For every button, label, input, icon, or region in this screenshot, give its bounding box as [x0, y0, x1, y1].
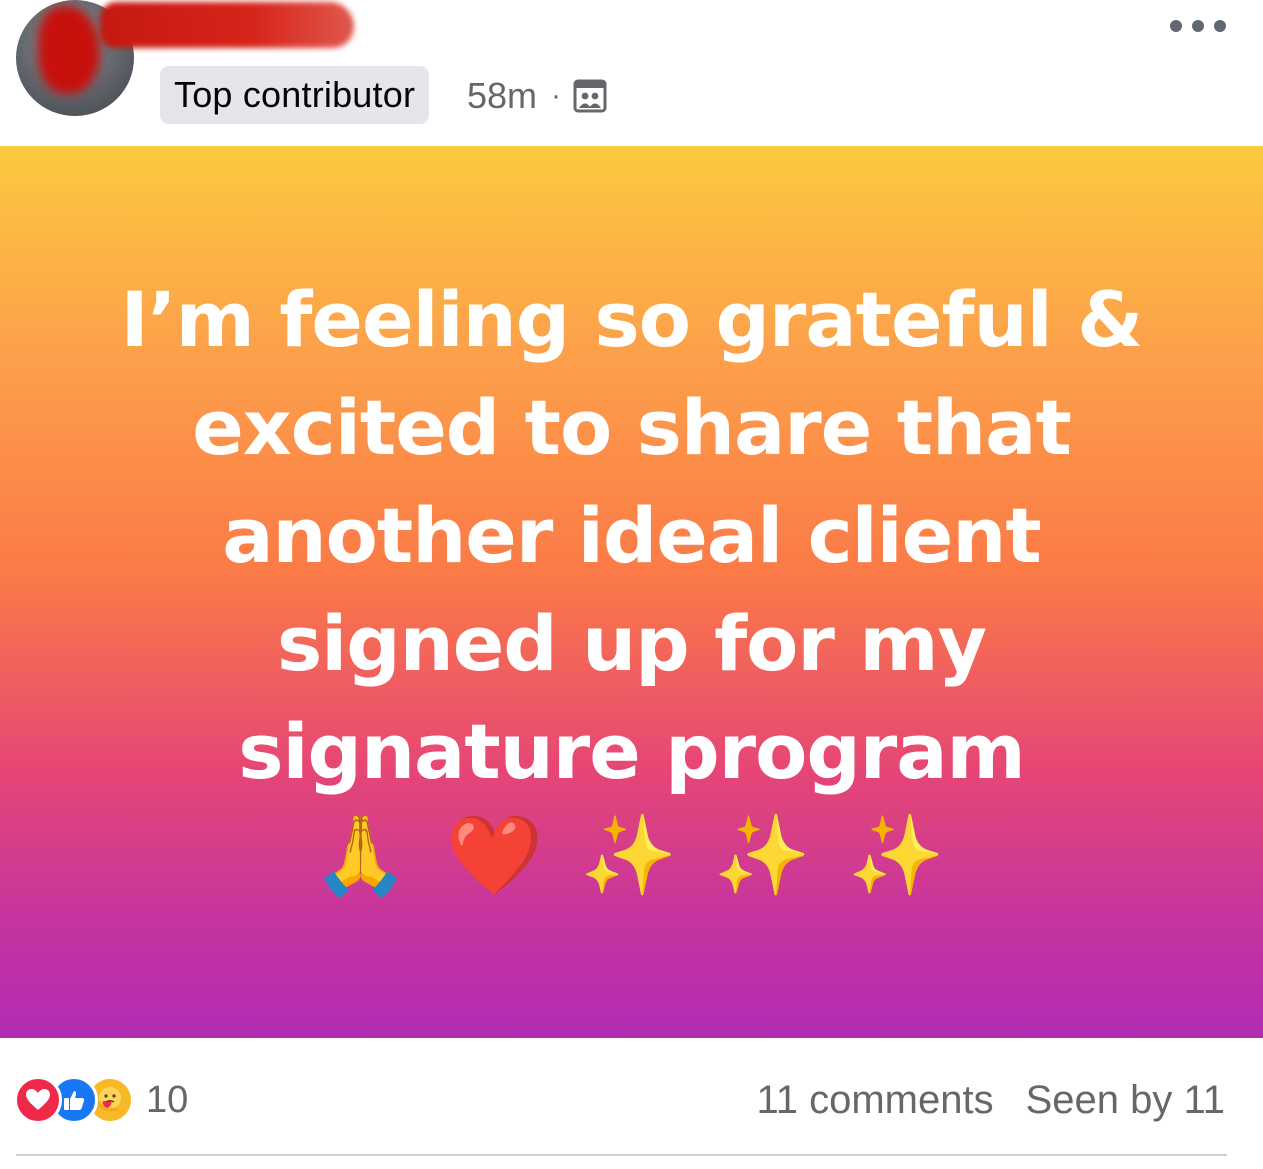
more-options-icon[interactable]: [1170, 14, 1226, 38]
sparkles-emoji-icon: ✨: [579, 811, 684, 901]
post-meta: 58m ·: [467, 70, 607, 122]
redaction-mark: [38, 6, 100, 94]
meta-separator: ·: [551, 79, 562, 112]
post-footer: 10 11 comments Seen by 11: [0, 1038, 1263, 1169]
pray-emoji-icon: 🙏: [312, 811, 416, 901]
sparkles-emoji-icon: ✨: [713, 811, 817, 901]
author-name-redacted[interactable]: [100, 2, 354, 48]
more-dot: [1170, 20, 1182, 32]
post-emoji-row: 🙏 ❤️ ✨ ✨ ✨: [312, 808, 951, 904]
footer-divider: [16, 1154, 1227, 1156]
seen-by-link[interactable]: Seen by 11: [1026, 1078, 1225, 1123]
comments-count-link[interactable]: 11 comments: [756, 1078, 993, 1123]
sparkles-emoji-icon: ✨: [847, 811, 951, 901]
post-text: I’m feeling so grateful & excited to sha…: [120, 275, 1144, 796]
post-background[interactable]: I’m feeling so grateful & excited to sha…: [0, 146, 1263, 1038]
love-reaction-icon: [14, 1076, 62, 1124]
post-timestamp[interactable]: 58m: [467, 75, 537, 117]
post-header: Top contributor 58m ·: [0, 0, 1263, 146]
badge-label: Top contributor: [174, 74, 416, 115]
post-stats: 11 comments Seen by 11: [756, 1074, 1225, 1126]
more-dot: [1192, 20, 1204, 32]
top-contributor-badge[interactable]: Top contributor: [160, 66, 430, 124]
reaction-count: 10: [146, 1078, 189, 1121]
more-dot: [1214, 20, 1226, 32]
reactions-summary[interactable]: 10: [14, 1074, 188, 1126]
group-members-icon[interactable]: [573, 79, 607, 113]
heart-emoji-icon: ❤️: [446, 811, 550, 901]
